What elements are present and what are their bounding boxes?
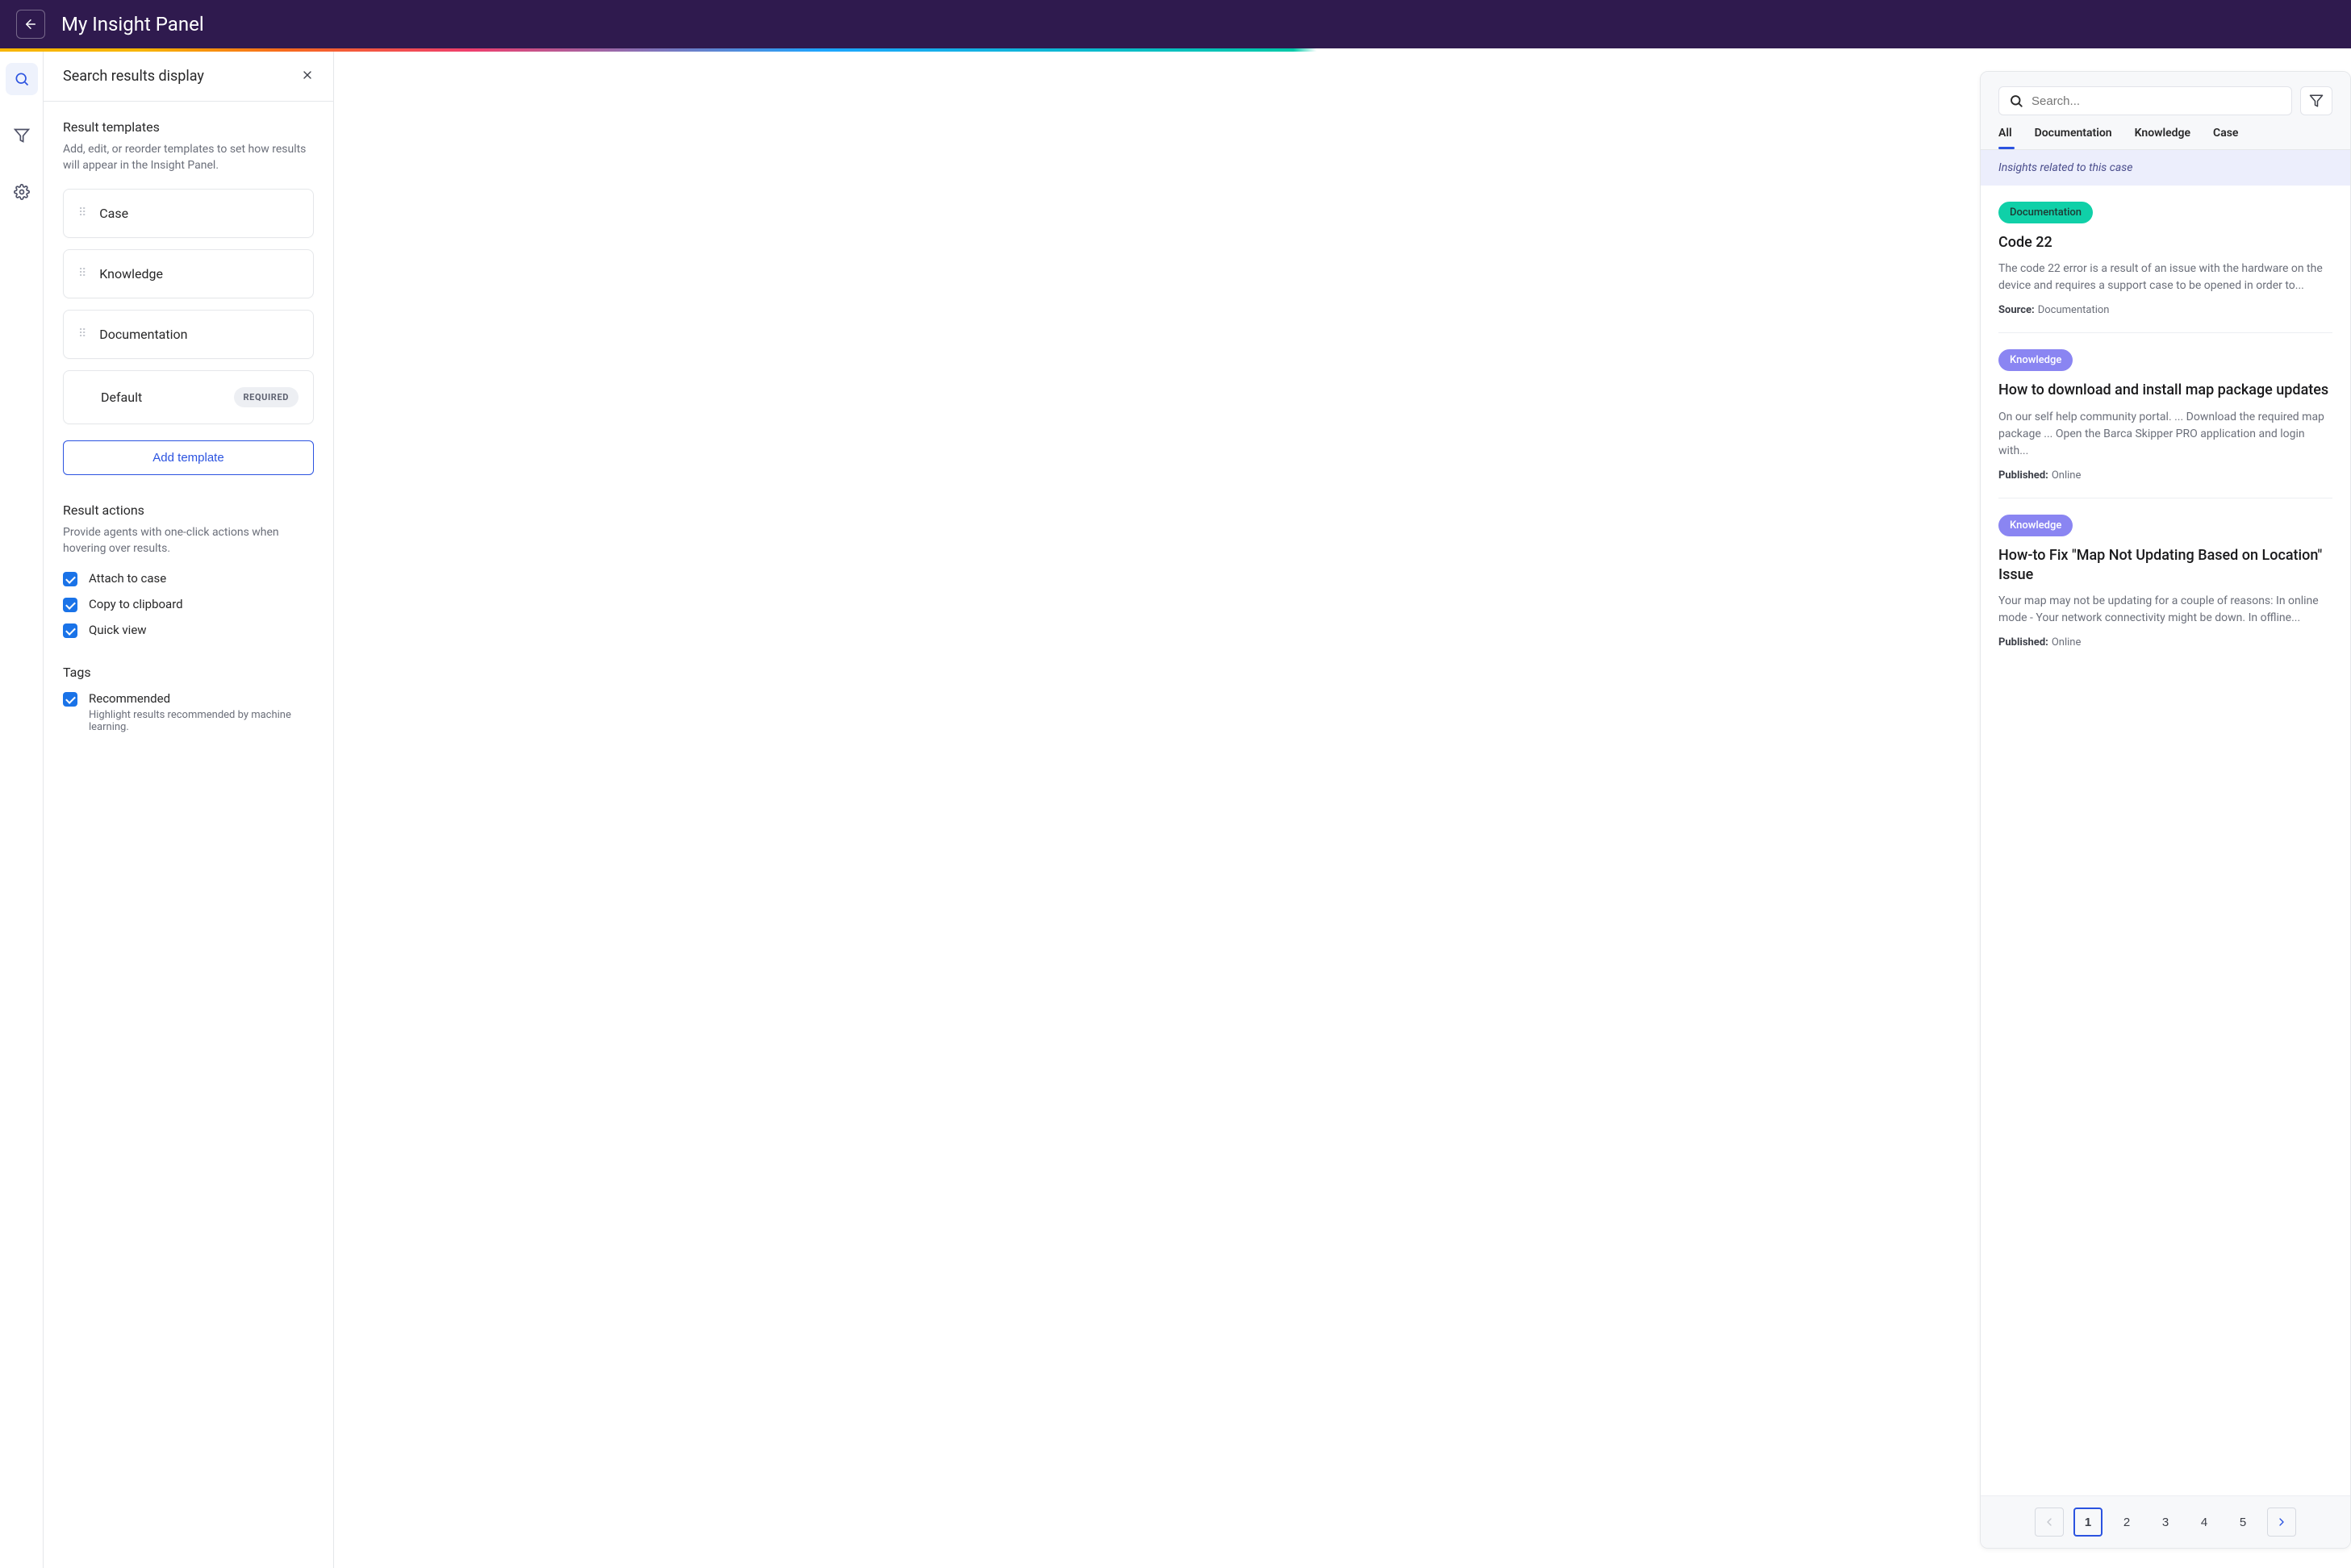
template-name: Case xyxy=(99,206,128,221)
panel-title: Search results display xyxy=(63,68,204,85)
search-input[interactable] xyxy=(2032,94,2282,108)
checkbox-sublabel: Highlight results recommended by machine… xyxy=(89,709,314,733)
drag-handle-icon[interactable]: ⠿ xyxy=(78,206,88,219)
result-meta: Published:Online xyxy=(1998,636,2332,648)
checkbox-label: Attach to case xyxy=(89,571,166,586)
pagination: 1 2 3 4 5 xyxy=(1981,1495,2350,1548)
page-2-button[interactable]: 2 xyxy=(2112,1508,2141,1537)
required-badge: REQUIRED xyxy=(234,387,299,407)
template-card[interactable]: ⠿ Case xyxy=(63,189,314,238)
tab-knowledge[interactable]: Knowledge xyxy=(2135,127,2190,149)
page-prev-button[interactable] xyxy=(2035,1508,2064,1537)
search-icon xyxy=(2009,94,2023,108)
filter-icon xyxy=(14,127,30,144)
result-tabs: All Documentation Knowledge Case xyxy=(1998,127,2332,149)
filter-button[interactable] xyxy=(2300,86,2332,115)
gear-icon xyxy=(14,184,30,200)
templates-desc: Add, edit, or reorder templates to set h… xyxy=(63,141,314,174)
page-title: My Insight Panel xyxy=(61,13,204,35)
template-name: Documentation xyxy=(99,327,187,342)
result-badge: Knowledge xyxy=(1998,349,2073,371)
config-panel: Search results display Result templates … xyxy=(44,52,334,1568)
drag-handle-icon[interactable]: ⠿ xyxy=(78,267,88,280)
checkbox-copy[interactable] xyxy=(63,598,77,612)
page-4-button[interactable]: 4 xyxy=(2190,1508,2219,1537)
result-item[interactable]: Documentation Code 22 The code 22 error is… xyxy=(1998,186,2332,333)
checkbox-label: Quick view xyxy=(89,623,147,637)
checkbox-attach[interactable] xyxy=(63,572,77,586)
result-badge: Documentation xyxy=(1998,202,2093,223)
rail-settings[interactable] xyxy=(6,176,38,208)
result-item[interactable]: Knowledge How-to Fix "Map Not Updating Ba… xyxy=(1998,498,2332,665)
chevron-right-icon xyxy=(2275,1516,2288,1528)
actions-title: Result actions xyxy=(63,503,314,518)
result-meta: Published:Online xyxy=(1998,469,2332,482)
result-title: How-to Fix "Map Not Updating Based on Lo… xyxy=(1998,546,2332,586)
search-input-wrap[interactable] xyxy=(1998,86,2292,115)
tab-documentation[interactable]: Documentation xyxy=(2035,127,2112,149)
rail-search[interactable] xyxy=(6,63,38,95)
checkbox-label: Copy to clipboard xyxy=(89,597,183,611)
close-panel-button[interactable] xyxy=(301,69,314,85)
result-title: How to download and install map package … xyxy=(1998,381,2332,400)
search-icon xyxy=(14,71,30,87)
app-header: My Insight Panel xyxy=(0,0,2351,48)
actions-desc: Provide agents with one-click actions wh… xyxy=(63,524,314,557)
page-5-button[interactable]: 5 xyxy=(2228,1508,2257,1537)
result-title: Code 22 xyxy=(1998,233,2332,252)
result-snippet: Your map may not be updating for a coupl… xyxy=(1998,593,2332,627)
checkbox-quickview[interactable] xyxy=(63,623,77,638)
page-3-button[interactable]: 3 xyxy=(2151,1508,2180,1537)
back-button[interactable] xyxy=(16,10,45,39)
page-next-button[interactable] xyxy=(2267,1508,2296,1537)
result-badge: Knowledge xyxy=(1998,515,2073,536)
template-card[interactable]: ⠿ Knowledge xyxy=(63,249,314,298)
checkbox-label: Recommended xyxy=(89,691,314,706)
result-meta: Source:Documentation xyxy=(1998,304,2332,316)
template-name: Default xyxy=(101,390,142,405)
checkbox-recommended[interactable] xyxy=(63,692,77,707)
tab-case[interactable]: Case xyxy=(2213,127,2238,149)
result-snippet: The code 22 error is a result of an issu… xyxy=(1998,261,2332,294)
rail-filter[interactable] xyxy=(6,119,38,152)
insights-banner: Insights related to this case xyxy=(1981,150,2350,186)
left-rail xyxy=(0,52,44,1568)
chevron-left-icon xyxy=(2043,1516,2056,1528)
result-item[interactable]: Knowledge How to download and install map… xyxy=(1998,333,2332,498)
drag-handle-icon[interactable]: ⠿ xyxy=(78,327,88,340)
result-snippet: On our self help community portal. ... D… xyxy=(1998,409,2332,460)
arrow-left-icon xyxy=(23,17,38,31)
template-card[interactable]: Default REQUIRED xyxy=(63,370,314,424)
page-1-button[interactable]: 1 xyxy=(2073,1508,2103,1537)
add-template-button[interactable]: Add template xyxy=(63,440,314,475)
template-name: Knowledge xyxy=(99,266,163,281)
close-icon xyxy=(301,69,314,81)
tags-title: Tags xyxy=(63,665,314,680)
template-card[interactable]: ⠿ Documentation xyxy=(63,310,314,359)
insight-panel-preview: All Documentation Knowledge Case Insight… xyxy=(1980,71,2351,1549)
preview-area: All Documentation Knowledge Case Insight… xyxy=(334,52,2351,1568)
filter-icon xyxy=(2309,94,2324,108)
results-list: Documentation Code 22 The code 22 error is… xyxy=(1981,186,2350,1495)
templates-title: Result templates xyxy=(63,119,314,135)
tab-all[interactable]: All xyxy=(1998,127,2012,149)
